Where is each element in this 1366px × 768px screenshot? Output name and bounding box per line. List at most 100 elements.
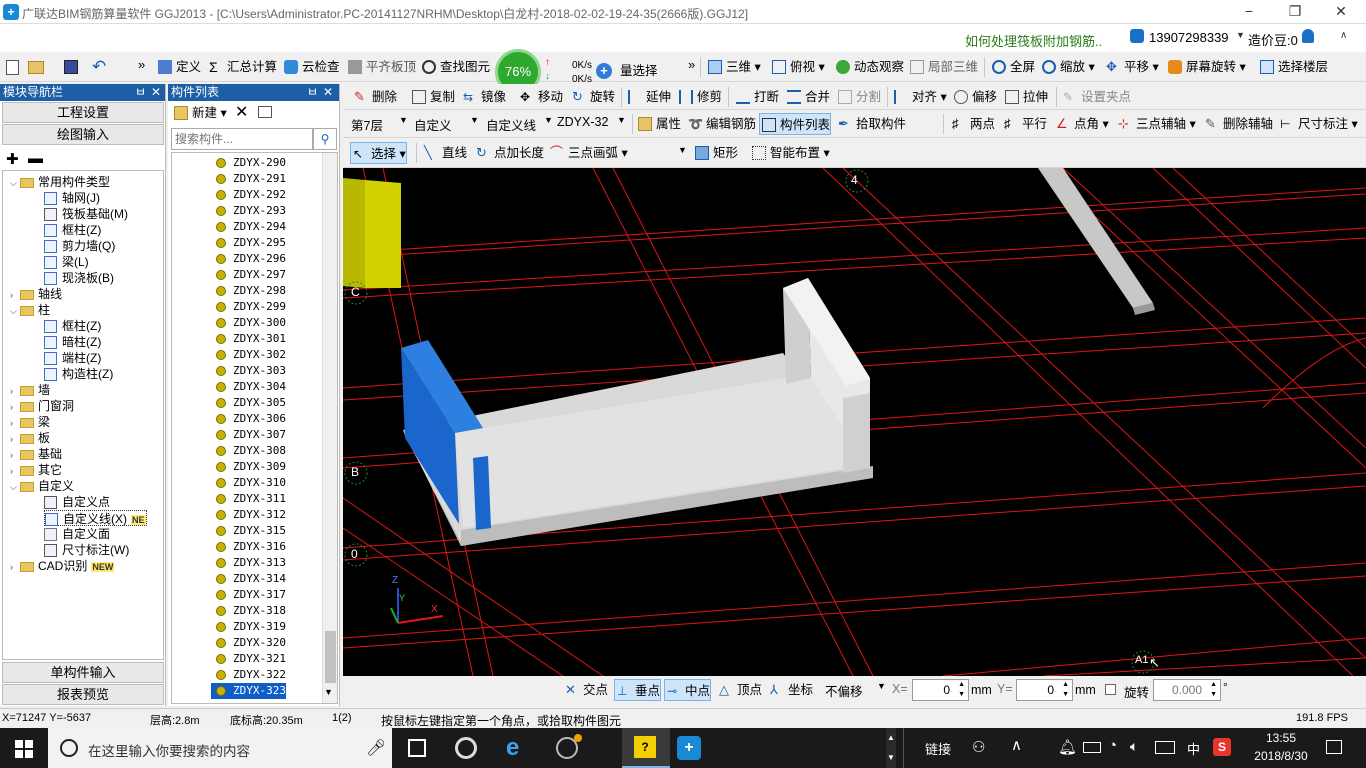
component-search-input[interactable] bbox=[171, 128, 313, 150]
component-list-item[interactable]: ZDYX-298 bbox=[211, 283, 286, 299]
define-button[interactable]: 定义 bbox=[156, 56, 201, 78]
stretch-button[interactable]: 拉伸 bbox=[1003, 86, 1048, 108]
move-button[interactable]: ✥ 移动 bbox=[518, 86, 563, 108]
pin-icon[interactable]: ㅂ bbox=[307, 84, 318, 100]
point-length-button[interactable]: ↻ 点加长度 bbox=[474, 142, 544, 164]
component-list-item[interactable]: ZDYX-299 bbox=[211, 299, 286, 315]
line-button[interactable]: ╲ 直线 bbox=[422, 142, 467, 164]
component-list-button[interactable]: 构件列表 bbox=[759, 113, 832, 135]
expand-arrow-icon[interactable]: › bbox=[10, 431, 20, 447]
set-grip-button[interactable]: ✎ 设置夹点 bbox=[1061, 86, 1131, 108]
nav-tree-item[interactable]: › 基础 bbox=[10, 446, 62, 462]
app-icon[interactable]: + bbox=[3, 4, 19, 20]
nav-tree-item[interactable]: 构造柱(Z) bbox=[44, 366, 113, 382]
component-list-item[interactable]: ZDYX-297 bbox=[211, 267, 286, 283]
component-list-item[interactable]: ZDYX-312 bbox=[211, 507, 286, 523]
expand-arrow-icon[interactable]: › bbox=[10, 559, 20, 575]
pin-icon[interactable]: ㅂ bbox=[135, 84, 146, 100]
expand-arrow-icon[interactable]: › bbox=[10, 287, 20, 303]
component-list-item[interactable]: ZDYX-321 bbox=[211, 651, 286, 667]
y-offset-input[interactable]: 0 ▲ ▼ bbox=[1016, 679, 1073, 701]
collapse-all-icon[interactable]: ▬ bbox=[28, 150, 43, 167]
trim-button[interactable]: 修剪 bbox=[677, 86, 722, 108]
restore-button[interactable]: ❐ bbox=[1272, 0, 1318, 24]
three-point-arc-button[interactable]: ⌒ 三点画弧 ▾ bbox=[548, 142, 628, 164]
nav-tree-item[interactable]: 剪力墙(Q) bbox=[44, 238, 115, 254]
nav-tree-item[interactable]: 筏板基础(M) bbox=[44, 206, 128, 222]
batch-select-button[interactable]: 量选择 bbox=[620, 60, 658, 79]
drawing-input-button[interactable]: 绘图输入 bbox=[2, 124, 164, 145]
pan-button[interactable]: ✥ 平移 ▾ bbox=[1104, 56, 1159, 78]
component-list-item[interactable]: ZDYX-303 bbox=[211, 363, 286, 379]
clock-date[interactable]: 2018/8/30 bbox=[1248, 749, 1314, 763]
type-select[interactable]: 自定义线 ▼ bbox=[486, 115, 553, 134]
people-icon[interactable]: ⚇ bbox=[972, 738, 985, 756]
local3d-button[interactable]: 局部三维 bbox=[908, 56, 978, 78]
expand-all-icon[interactable]: ✚ bbox=[6, 150, 19, 168]
expand-arrow-icon[interactable]: › bbox=[10, 415, 20, 431]
component-list-item[interactable]: ZDYX-305 bbox=[211, 395, 286, 411]
nav-tree-item[interactable]: ⌵ 柱 bbox=[10, 302, 50, 318]
snap-coord[interactable]: ⅄ 坐标 bbox=[768, 679, 813, 701]
nav-tree-item[interactable]: 现浇板(B) bbox=[44, 270, 114, 286]
microphone-icon[interactable]: 🎤︎ bbox=[366, 738, 386, 758]
component-list-item[interactable]: ZDYX-322 bbox=[211, 667, 286, 683]
complist-close-icon[interactable]: ✕ bbox=[323, 84, 333, 100]
rotate-checkbox[interactable] bbox=[1105, 684, 1116, 695]
component-list-item[interactable]: ZDYX-292 bbox=[211, 187, 286, 203]
expand-arrow-icon[interactable]: › bbox=[10, 463, 20, 479]
component-list-item[interactable]: ZDYX-319 bbox=[211, 619, 286, 635]
component-list-item[interactable]: ZDYX-308 bbox=[211, 443, 286, 459]
flat-top-button[interactable]: 平齐板顶 bbox=[346, 56, 416, 78]
ime-indicator[interactable]: 中 bbox=[1187, 739, 1200, 758]
nav-tree-item[interactable]: 尺寸标注(W) bbox=[44, 542, 129, 558]
rotate-input[interactable]: 0.000 ▲ ▼ bbox=[1153, 679, 1221, 701]
component-list-item[interactable]: ZDYX-318 bbox=[211, 603, 286, 619]
dynamic-view-button[interactable]: 动态观察 bbox=[834, 56, 904, 78]
x-offset-input[interactable]: 0 ▲ ▼ bbox=[912, 679, 969, 701]
floor-select[interactable]: 第7层 ▼ bbox=[351, 115, 409, 134]
offset-button[interactable]: 偏移 bbox=[952, 86, 997, 108]
more-icon-2[interactable]: » bbox=[688, 57, 695, 72]
component-list-item[interactable]: ZDYX-290 bbox=[211, 155, 286, 171]
more-icon[interactable]: » bbox=[138, 57, 145, 72]
empty-dropdown[interactable]: ▼ bbox=[636, 145, 688, 163]
sogou-icon[interactable]: S bbox=[1213, 738, 1231, 756]
close-button[interactable]: ✕ bbox=[1318, 0, 1364, 24]
split-button[interactable]: 分割 bbox=[836, 86, 881, 108]
component-list-item[interactable]: ZDYX-309 bbox=[211, 459, 286, 475]
new-component-button[interactable]: 新建 ▾ bbox=[172, 102, 227, 124]
scrollbar-thumb[interactable] bbox=[325, 631, 336, 683]
snap-intersection[interactable]: ✕ 交点 bbox=[563, 679, 608, 701]
plus-circle-icon[interactable]: + bbox=[596, 63, 612, 79]
nav-tree-item[interactable]: 暗柱(Z) bbox=[44, 334, 101, 350]
open-folder-icon[interactable] bbox=[28, 61, 44, 74]
collapse-arrow-icon[interactable]: ⌵ bbox=[10, 175, 20, 191]
minimize-button[interactable]: − bbox=[1226, 0, 1272, 24]
delete-component-icon[interactable]: ✕ bbox=[235, 102, 248, 122]
nav-tree-item[interactable]: › 板 bbox=[10, 430, 50, 446]
component-select[interactable]: ZDYX-32 ▼ bbox=[557, 115, 627, 129]
complist-scrollbar[interactable]: ▼ bbox=[322, 153, 337, 703]
smart-layout-button[interactable]: 智能布置 ▾ bbox=[750, 142, 830, 164]
drawing-viewport[interactable]: 4 C B 0 A1 Z Y X ↖ bbox=[343, 168, 1366, 676]
nav-tree-item[interactable]: › 其它 bbox=[10, 462, 62, 478]
component-list-item[interactable]: ZDYX-302 bbox=[211, 347, 286, 363]
single-input-button[interactable]: 单构件输入 bbox=[2, 662, 164, 683]
windows-start-icon[interactable] bbox=[15, 740, 33, 758]
fullscreen-button[interactable]: 全屏 bbox=[990, 56, 1035, 78]
component-list-item[interactable]: ZDYX-306 bbox=[211, 411, 286, 427]
fan-app-icon[interactable] bbox=[455, 737, 477, 759]
component-list-item[interactable]: ZDYX-313 bbox=[211, 555, 286, 571]
two-point-axis-button[interactable]: ♯ 两点 bbox=[950, 113, 995, 135]
task-view-icon[interactable] bbox=[408, 739, 426, 757]
edit-rebar-button[interactable]: ➰ 编辑钢筋 bbox=[686, 113, 756, 135]
edge-icon[interactable]: e bbox=[506, 734, 519, 762]
parallel-axis-button[interactable]: ♯ 平行 bbox=[1002, 113, 1047, 135]
expand-icon[interactable]: ∧ bbox=[1340, 30, 1347, 41]
nav-tree-item[interactable]: 梁(L) bbox=[44, 254, 89, 270]
component-list-item[interactable]: ZDYX-310 bbox=[211, 475, 286, 491]
undo-icon[interactable]: ↶ bbox=[92, 57, 106, 77]
nav-tree-item[interactable]: › 墙 bbox=[10, 382, 50, 398]
help-link[interactable]: 如何处理筏板附加钢筋.. bbox=[965, 31, 1102, 50]
